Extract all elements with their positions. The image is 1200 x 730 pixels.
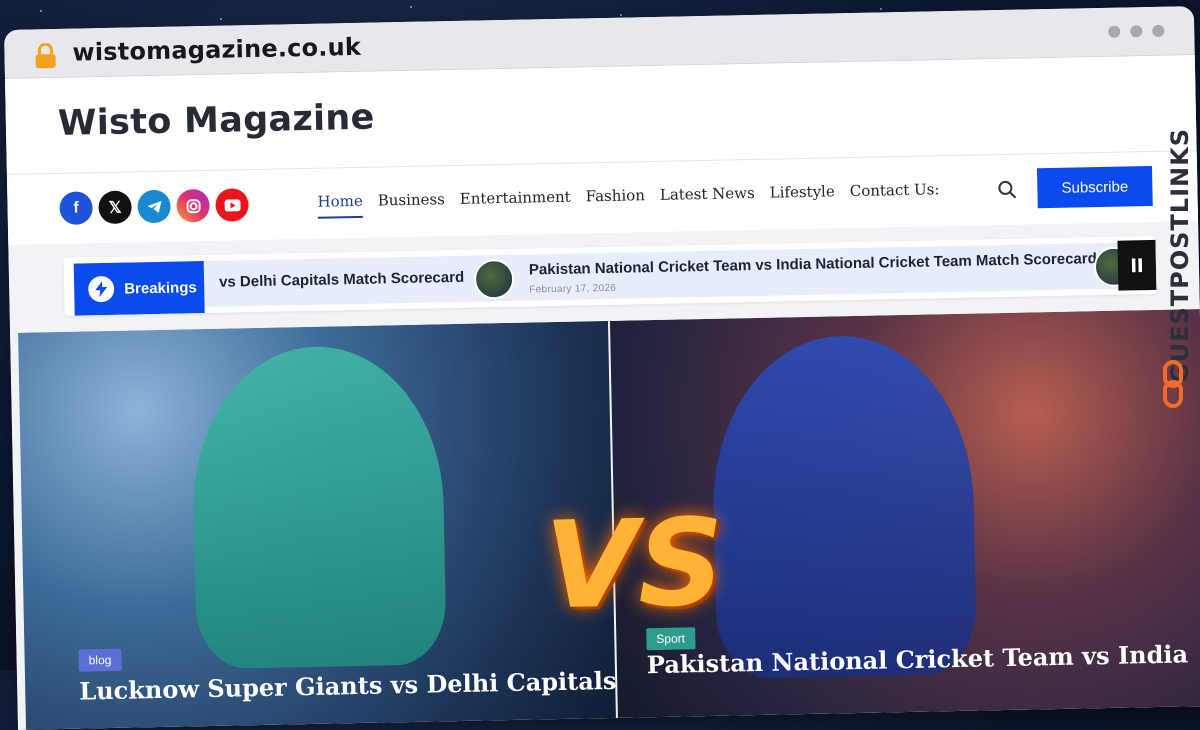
- watermark-text: GUESTPOSTLINKS: [1166, 128, 1194, 384]
- instagram-icon[interactable]: [176, 188, 210, 223]
- category-badge[interactable]: blog: [78, 648, 122, 672]
- ticker-thumbnail[interactable]: [473, 258, 515, 300]
- site-title[interactable]: Wisto Magazine: [57, 98, 374, 144]
- chain-link-icon: [1163, 360, 1183, 408]
- search-icon[interactable]: [997, 180, 1017, 200]
- nav-item-contact[interactable]: Contact Us:: [850, 180, 940, 208]
- browser-window: wistomagazine.co.uk Wisto Magazine f 𝕏 H…: [4, 6, 1200, 730]
- vs-graphic: VS: [543, 493, 726, 637]
- nav-item-home[interactable]: Home: [317, 191, 364, 219]
- social-links: f 𝕏: [59, 188, 249, 225]
- nav-item-lifestyle[interactable]: Lifestyle: [770, 182, 836, 209]
- telegram-icon[interactable]: [137, 189, 171, 224]
- lock-icon: [35, 42, 56, 69]
- lightning-bolt-icon: [87, 275, 115, 303]
- youtube-icon[interactable]: [215, 188, 249, 222]
- nav-item-business[interactable]: Business: [378, 190, 446, 217]
- pause-button[interactable]: [1117, 239, 1157, 291]
- breaking-ticker: Breakings vs Delhi Capitals Match Scorec…: [63, 235, 1157, 316]
- hero-section: VS blog Sport Lucknow Super Giants vs De…: [10, 309, 1200, 730]
- guestpostlinks-watermark: GUESTPOSTLINKS: [1158, 58, 1194, 408]
- nav-item-fashion[interactable]: Fashion: [586, 186, 646, 213]
- url-text[interactable]: wistomagazine.co.uk: [72, 33, 361, 67]
- ticker-headline[interactable]: Pakistan National Cricket Team vs India …: [529, 250, 1097, 278]
- breakings-text: Breakings: [124, 278, 197, 298]
- pause-icon: [1131, 258, 1143, 273]
- ticker-track: Breakings vs Delhi Capitals Match Scorec…: [73, 242, 1147, 316]
- nav-item-entertainment[interactable]: Entertainment: [460, 188, 571, 216]
- page-content: Wisto Magazine f 𝕏 Home Business Enterta…: [4, 55, 1200, 730]
- x-icon[interactable]: 𝕏: [98, 190, 132, 225]
- ticker-date: February 17, 2026: [529, 282, 617, 296]
- window-dot[interactable]: [1108, 25, 1121, 38]
- window-controls: [1108, 24, 1165, 38]
- subscribe-button[interactable]: Subscribe: [1036, 165, 1153, 209]
- facebook-icon[interactable]: f: [59, 191, 93, 225]
- breakings-label: Breakings: [73, 261, 205, 316]
- nav-item-latest-news[interactable]: Latest News: [660, 184, 755, 212]
- category-badge[interactable]: Sport: [646, 627, 696, 651]
- window-dot[interactable]: [1130, 25, 1143, 38]
- ticker-headline[interactable]: vs Delhi Capitals Match Scorecard: [219, 269, 464, 291]
- nav-menu: Home Business Entertainment Fashion Late…: [317, 180, 940, 219]
- window-dot[interactable]: [1152, 24, 1165, 37]
